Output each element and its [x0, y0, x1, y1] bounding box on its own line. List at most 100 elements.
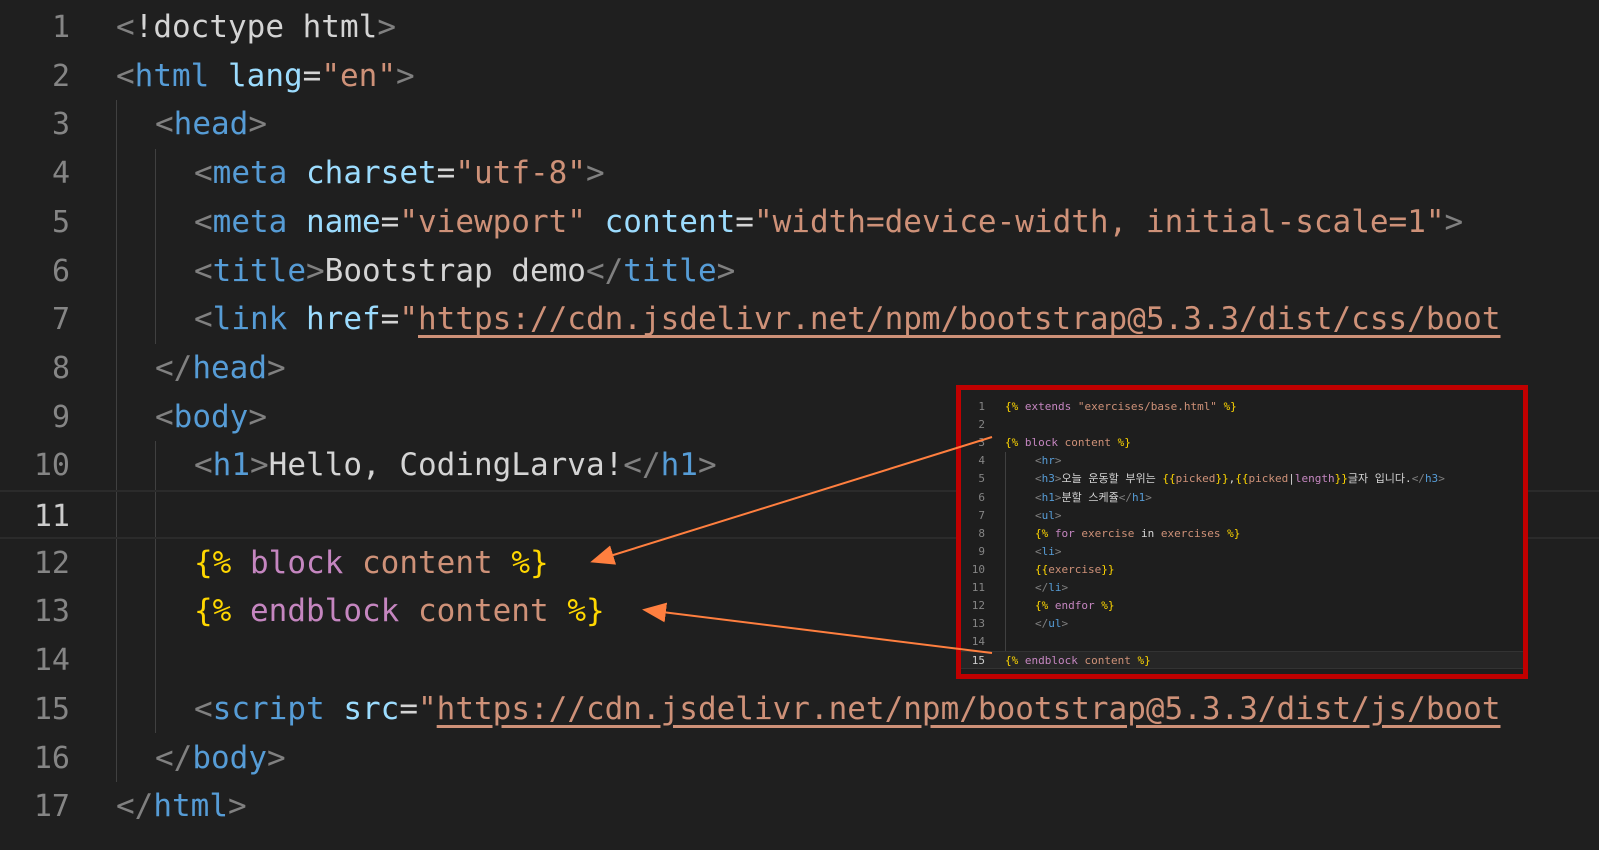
inset-line-number: 12	[971, 599, 985, 613]
code-token: 오늘 운동할 부위는	[1061, 472, 1163, 486]
code-token: content	[362, 544, 493, 581]
code-token: Hello, CodingLarva!	[268, 447, 624, 484]
code-token: >	[1061, 617, 1069, 631]
editor-code: {% endblock content %}	[194, 587, 605, 636]
code-token: content	[604, 203, 736, 240]
inset-code: <hr>	[1035, 452, 1062, 470]
inset-line: 10 {{exercise}}	[961, 561, 1523, 579]
code-token: {%	[194, 544, 232, 581]
code-token: >	[395, 57, 415, 94]
code-token: >	[377, 9, 396, 45]
code-token: <	[194, 447, 213, 484]
inset-code: {% for exercise in exercises %}	[1035, 525, 1240, 543]
inset-line-number: 6	[978, 490, 985, 504]
inset-code: {% endblock content %}	[1005, 652, 1151, 670]
code-token: <	[194, 203, 213, 240]
code-token: body	[192, 739, 267, 776]
code-token: <	[194, 690, 213, 727]
code-token: "width=device-width, initial-scale=1"	[753, 203, 1445, 240]
code-token: {{	[1235, 472, 1249, 486]
code-token: html	[153, 788, 228, 825]
inset-line-number: 4	[978, 454, 985, 468]
code-token[interactable]: https://cdn.jsdelivr.net/npm/bootstrap@5…	[437, 691, 1501, 727]
code-token: "	[399, 301, 418, 338]
code-token: script	[212, 690, 325, 727]
editor-line-number: 4	[51, 156, 70, 192]
editor-line-number: 5	[51, 204, 70, 240]
inset-line-number: 3	[978, 436, 985, 450]
editor-line-number: 1	[51, 10, 70, 45]
code-token: {%	[194, 593, 232, 630]
editor-line: 4 <meta charset="utf-8">	[0, 149, 1599, 198]
editor-line-number: 14	[33, 643, 70, 679]
editor-line: 2 <html lang="en">	[0, 52, 1599, 101]
code-token: >	[1061, 581, 1069, 594]
code-token: h3	[1041, 472, 1055, 486]
code-token: "utf-8"	[455, 155, 586, 192]
code-token: >	[697, 447, 717, 484]
code-token: for	[1054, 526, 1075, 540]
code-token: >	[716, 252, 736, 289]
inset-code: <h1>분할 스케쥴</h1>	[1035, 489, 1152, 507]
code-token: length	[1294, 472, 1335, 486]
editor-line: 6 <title>Bootstrap demo</title>	[0, 247, 1599, 296]
code-token: <	[116, 9, 135, 45]
editor-line-number: 3	[51, 107, 70, 143]
code-token: =	[380, 301, 400, 338]
inset-line: 8 {% for exercise in exercises %}	[961, 525, 1523, 543]
code-token: "	[418, 690, 437, 727]
inset-line-number: 9	[978, 544, 985, 558]
code-token: >	[585, 155, 605, 192]
code-token: %}	[511, 544, 549, 581]
code-token: </	[1118, 490, 1132, 504]
editor-code: </html>	[116, 782, 247, 831]
code-token: ul	[1048, 617, 1062, 631]
code-token: lang	[228, 57, 303, 94]
inset-line-number: 10	[971, 562, 985, 576]
code-token: <	[1035, 454, 1042, 468]
code-token: {{	[1035, 562, 1049, 576]
inset-code: <h3>오늘 운동할 부위는 {{picked}},{{picked|lengt…	[1035, 470, 1445, 488]
code-token: >	[1054, 508, 1062, 522]
editor-line: 17 </html>	[0, 782, 1599, 831]
inset-line-number: 1	[978, 400, 985, 413]
inset-line-number: 2	[978, 418, 985, 432]
code-token: body	[173, 398, 249, 435]
code-token: {%	[1035, 599, 1049, 613]
code-token: =	[380, 203, 400, 240]
code-token: endblock	[1024, 654, 1078, 668]
code-token: link	[212, 301, 288, 338]
inset-screenshot: 1 {% extends "exercises/base.html" %} 2 3 {%…	[956, 385, 1528, 679]
code-token: <	[194, 252, 213, 289]
code-token: {%	[1035, 526, 1049, 540]
code-token: =	[399, 690, 418, 727]
code-token[interactable]: https://cdn.jsdelivr.net/npm/bootstrap@5…	[418, 301, 1501, 337]
code-token: h1	[212, 447, 250, 484]
code-token: >	[266, 349, 286, 386]
editor-line-number: 12	[33, 545, 70, 581]
editor-line: 1 <!doctype html>	[0, 3, 1599, 52]
editor-line: 16 </body>	[0, 734, 1599, 783]
code-token: %}	[1137, 654, 1151, 668]
inset-line: 2	[961, 416, 1523, 434]
code-token: <	[1035, 472, 1042, 486]
code-token: >	[1438, 472, 1445, 486]
editor-code: <meta charset="utf-8">	[194, 149, 605, 198]
inset-code: {{exercise}}	[1035, 561, 1114, 579]
code-token: "exercises/base.html"	[1077, 400, 1217, 413]
editor-line-number: 16	[33, 740, 70, 776]
code-token: <	[194, 155, 213, 192]
code-token: </	[585, 252, 624, 289]
code-token: <	[1035, 544, 1042, 558]
code-token: >	[306, 252, 325, 289]
code-token: charset	[306, 155, 437, 192]
code-token: h1	[660, 447, 698, 484]
